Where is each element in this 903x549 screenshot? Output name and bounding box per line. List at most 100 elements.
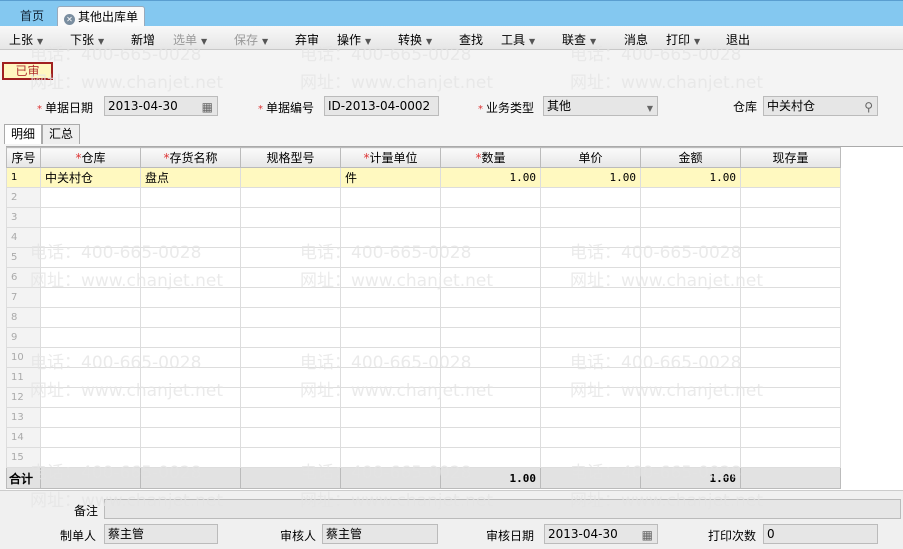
cell-spec[interactable] — [240, 287, 341, 308]
cell-amount[interactable] — [640, 427, 741, 448]
toolbar-button-4[interactable]: 保存 ▼ — [234, 31, 268, 48]
cell-stock[interactable] — [740, 207, 841, 228]
cell-price[interactable] — [540, 267, 641, 288]
table-row[interactable]: 11 — [6, 367, 841, 388]
cell-spec[interactable] — [240, 327, 341, 348]
column-header[interactable]: *存货名称 — [140, 147, 241, 168]
cell-qty[interactable]: 1.00 — [440, 167, 541, 188]
cell-stock[interactable] — [740, 427, 841, 448]
cell-amount[interactable] — [640, 447, 741, 468]
table-row[interactable]: 4 — [6, 227, 841, 248]
cell-spec[interactable] — [240, 187, 341, 208]
cell-spec[interactable] — [240, 367, 341, 388]
toolbar-button-7[interactable]: 转换 ▼ — [398, 31, 432, 48]
cell-spec[interactable] — [240, 387, 341, 408]
cell-spec[interactable] — [240, 347, 341, 368]
cell-item[interactable] — [140, 327, 241, 348]
cell-amount[interactable] — [640, 327, 741, 348]
cell-price[interactable] — [540, 187, 641, 208]
cell-item[interactable] — [140, 427, 241, 448]
table-row[interactable]: 1 中关村仓 盘点件 1.00 1.00 1.00 — [6, 167, 841, 188]
cell-price[interactable]: 1.00 — [540, 167, 641, 188]
cell-item[interactable] — [140, 267, 241, 288]
toolbar-button-9[interactable]: 工具 ▼ — [501, 31, 535, 48]
cell-stock[interactable] — [740, 287, 841, 308]
column-header[interactable]: 序号 — [6, 147, 41, 168]
cell-warehouse[interactable] — [40, 327, 141, 348]
cell-warehouse[interactable] — [40, 247, 141, 268]
cell-qty[interactable] — [440, 287, 541, 308]
cell-stock[interactable] — [740, 447, 841, 468]
cell-warehouse[interactable] — [40, 447, 141, 468]
cell-price[interactable] — [540, 447, 641, 468]
cell-unit[interactable] — [340, 447, 441, 468]
cell-unit[interactable] — [340, 367, 441, 388]
cell-warehouse[interactable] — [40, 387, 141, 408]
cell-stock[interactable] — [740, 407, 841, 428]
cell-qty[interactable] — [440, 207, 541, 228]
cell-amount[interactable] — [640, 267, 741, 288]
cell-qty[interactable] — [440, 327, 541, 348]
toolbar-button-6[interactable]: 操作 ▼ — [337, 31, 371, 48]
cell-amount[interactable] — [640, 227, 741, 248]
cell-unit[interactable] — [340, 267, 441, 288]
cell-item[interactable] — [140, 367, 241, 388]
cell-warehouse[interactable] — [40, 287, 141, 308]
cell-item[interactable] — [140, 207, 241, 228]
table-row[interactable]: 14 — [6, 427, 841, 448]
cell-item[interactable] — [140, 227, 241, 248]
cell-qty[interactable] — [440, 447, 541, 468]
cell-spec[interactable] — [240, 307, 341, 328]
table-row[interactable]: 15 — [6, 447, 841, 468]
toolbar-button-8[interactable]: 查找 — [459, 31, 483, 48]
cell-amount[interactable] — [640, 367, 741, 388]
cell-unit[interactable] — [340, 387, 441, 408]
table-row[interactable]: 5 — [6, 247, 841, 268]
cell-warehouse[interactable] — [40, 207, 141, 228]
toolbar-button-11[interactable]: 消息 — [624, 31, 648, 48]
type-select[interactable]: 其他 ▼ — [543, 96, 658, 116]
cell-unit[interactable] — [340, 327, 441, 348]
close-icon[interactable]: ✕ — [64, 14, 75, 25]
column-header[interactable]: 单价 — [540, 147, 641, 168]
cell-spec[interactable] — [240, 447, 341, 468]
cell-stock[interactable] — [740, 387, 841, 408]
cell-qty[interactable] — [440, 267, 541, 288]
toolbar-button-10[interactable]: 联查 ▼ — [562, 31, 596, 48]
cell-spec[interactable] — [240, 247, 341, 268]
cell-stock[interactable] — [740, 347, 841, 368]
subtab-detail[interactable]: 明细 — [4, 124, 43, 144]
cell-spec[interactable] — [240, 267, 341, 288]
cell-warehouse[interactable] — [40, 307, 141, 328]
cell-spec[interactable] — [240, 427, 341, 448]
cell-stock[interactable] — [740, 307, 841, 328]
cell-amount[interactable]: 1.00 — [640, 167, 741, 188]
cell-amount[interactable] — [640, 247, 741, 268]
warehouse-field[interactable]: 中关村仓 ⚲ — [763, 96, 878, 116]
cell-amount[interactable] — [640, 407, 741, 428]
cell-stock[interactable] — [740, 187, 841, 208]
cell-warehouse[interactable]: 中关村仓 — [40, 167, 141, 188]
cell-qty[interactable] — [440, 227, 541, 248]
cell-amount[interactable] — [640, 387, 741, 408]
cell-unit[interactable] — [340, 307, 441, 328]
cell-qty[interactable] — [440, 387, 541, 408]
table-row[interactable]: 8 — [6, 307, 841, 328]
table-row[interactable]: 13 — [6, 407, 841, 428]
toolbar-button-5[interactable]: 弃审 — [295, 31, 319, 48]
remark-field[interactable] — [104, 499, 901, 519]
cell-stock[interactable] — [740, 267, 841, 288]
table-row[interactable]: 2 — [6, 187, 841, 208]
cell-spec[interactable] — [240, 207, 341, 228]
cell-price[interactable] — [540, 227, 641, 248]
cell-price[interactable] — [540, 247, 641, 268]
table-row[interactable]: 9 — [6, 327, 841, 348]
cell-unit[interactable] — [340, 207, 441, 228]
cell-qty[interactable] — [440, 187, 541, 208]
cell-stock[interactable] — [740, 327, 841, 348]
cell-unit[interactable] — [340, 407, 441, 428]
cell-item[interactable] — [140, 407, 241, 428]
cell-item[interactable] — [140, 307, 241, 328]
toolbar-button-0[interactable]: 上张 ▼ — [9, 31, 43, 48]
subtab-summary[interactable]: 汇总 — [42, 124, 81, 144]
